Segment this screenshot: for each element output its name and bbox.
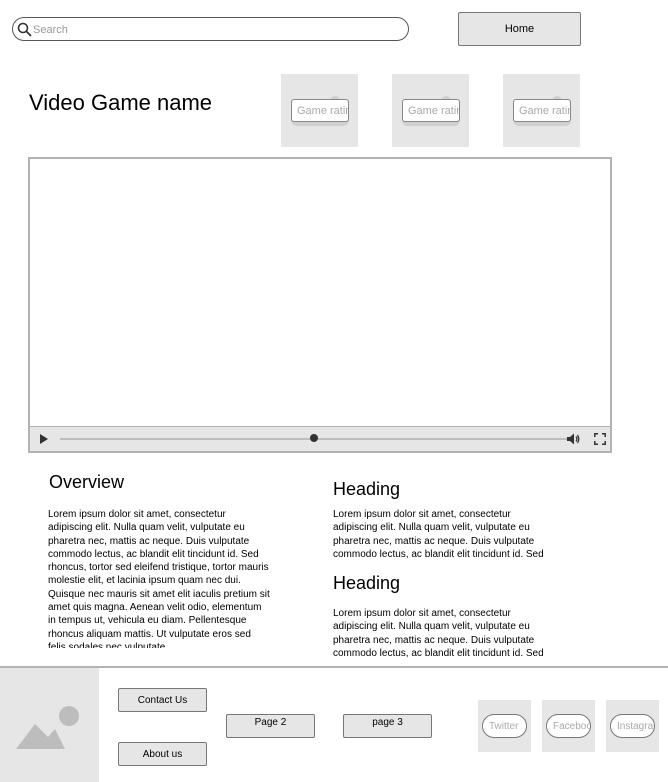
- about-us-button[interactable]: About us: [118, 742, 207, 766]
- instagram-link[interactable]: Instagram: [610, 714, 655, 738]
- search-icon: [17, 22, 32, 37]
- video-controls: [30, 426, 610, 451]
- overview-text: Lorem ipsum dolor sit amet, consectetur …: [48, 509, 270, 648]
- search-bar[interactable]: [12, 17, 409, 41]
- image-icon: [16, 706, 79, 749]
- facebook-link[interactable]: Facebook: [546, 714, 591, 738]
- section-heading-2: Heading: [333, 573, 401, 593]
- game-rating-widget-2: Game rating: [392, 74, 469, 147]
- footer: Contact Us About us Page 2 page 3 Twitte…: [0, 666, 668, 782]
- fullscreen-icon[interactable]: [594, 433, 606, 445]
- search-input[interactable]: [33, 21, 393, 38]
- facebook-widget: Facebook: [542, 700, 595, 752]
- game-title: Video Game name: [29, 90, 213, 115]
- game-rating-widget-3: Game rating: [503, 74, 580, 147]
- volume-icon[interactable]: [566, 432, 580, 446]
- page-3-button[interactable]: page 3: [343, 714, 432, 738]
- game-rating-field[interactable]: Game rating: [291, 99, 349, 122]
- video-player[interactable]: [28, 157, 612, 453]
- twitter-link[interactable]: Twitter: [482, 714, 527, 738]
- seek-handle[interactable]: [310, 434, 318, 442]
- twitter-widget: Twitter: [478, 700, 531, 752]
- game-rating-widget-1: Game rating: [281, 74, 358, 147]
- section-text-1: Lorem ipsum dolor sit amet, consectetur …: [333, 509, 544, 560]
- game-rating-field[interactable]: Game rating: [513, 99, 571, 122]
- play-icon[interactable]: [40, 434, 48, 444]
- contact-us-button[interactable]: Contact Us: [118, 688, 207, 712]
- section-text-2: Lorem ipsum dolor sit amet, consectetur …: [333, 608, 544, 659]
- section-heading-1: Heading: [333, 479, 401, 499]
- instagram-widget: Instagram: [606, 700, 659, 752]
- game-rating-field[interactable]: Game rating: [402, 99, 460, 122]
- page-2-button[interactable]: Page 2: [226, 714, 315, 738]
- overview-heading: Overview: [49, 472, 125, 492]
- home-button[interactable]: Home: [458, 12, 581, 46]
- image-placeholder: [0, 668, 99, 782]
